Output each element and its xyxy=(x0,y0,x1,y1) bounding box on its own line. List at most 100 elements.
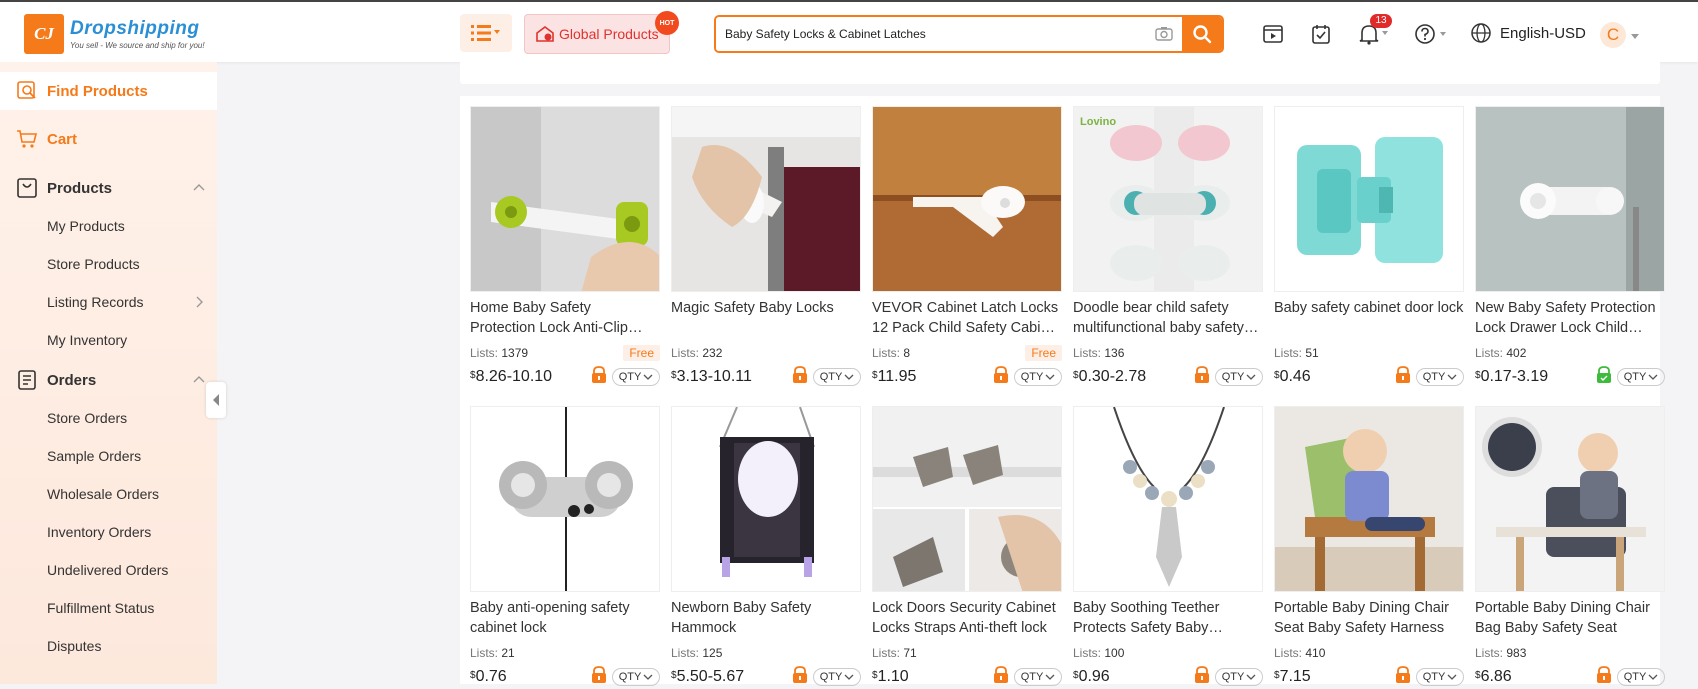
product-card[interactable]: Home Baby Safety Protection Lock Anti-Cl… xyxy=(470,106,660,387)
chevron-down-icon[interactable] xyxy=(1630,24,1640,48)
sidebar-item-find-products[interactable]: Find Products xyxy=(0,72,217,110)
product-image[interactable] xyxy=(1274,406,1464,592)
sidebar-item-fulfillment-status[interactable]: Fulfillment Status xyxy=(0,589,217,627)
orange-lock-icon[interactable] xyxy=(1394,665,1416,689)
sidebar-item-disputes[interactable]: Disputes xyxy=(0,627,217,665)
product-name[interactable]: Newborn Baby Safety Hammock xyxy=(671,598,861,638)
product-name[interactable]: Portable Baby Dining Chair Seat Baby Saf… xyxy=(1274,598,1464,638)
orange-lock-icon[interactable] xyxy=(1394,365,1416,389)
product-card[interactable]: Lovino Doodle bear child safety multifunc… xyxy=(1073,106,1263,387)
product-card[interactable]: Lock Doors Security Cabinet Locks Straps… xyxy=(872,406,1062,687)
product-card[interactable]: Baby anti-opening safety cabinet lock Lis… xyxy=(470,406,660,687)
orange-lock-icon[interactable] xyxy=(992,665,1014,689)
product-price: $1.10 xyxy=(872,668,909,685)
sidebar-item-my-products[interactable]: My Products xyxy=(0,207,217,245)
product-image[interactable] xyxy=(671,406,861,592)
sidebar-item-label: Store Orders xyxy=(47,410,128,426)
product-name[interactable]: Home Baby Safety Protection Lock Anti-Cl… xyxy=(470,298,660,338)
sidebar-item-store-orders[interactable]: Store Orders xyxy=(0,399,217,437)
product-card[interactable]: Portable Baby Dining Chair Seat Baby Saf… xyxy=(1274,406,1464,687)
qty-dropdown[interactable]: QTY xyxy=(1617,668,1665,686)
sidebar-item-my-inventory[interactable]: My Inventory xyxy=(0,321,217,359)
product-card[interactable]: Magic Safety Baby Locks Lists: 232 $3.13-1… xyxy=(671,106,861,387)
product-price: $0.30-2.78 xyxy=(1073,368,1147,385)
task-checklist-icon[interactable] xyxy=(1310,22,1332,46)
product-name[interactable]: Baby Soothing Teether Protects Safety Ba… xyxy=(1073,598,1263,638)
product-image[interactable] xyxy=(470,406,660,592)
search-icon xyxy=(1193,25,1212,44)
chevron-down-icon xyxy=(844,374,854,380)
product-image[interactable] xyxy=(872,406,1062,592)
product-card[interactable]: Baby Soothing Teether Protects Safety Ba… xyxy=(1073,406,1263,687)
product-image[interactable]: Lovino xyxy=(1073,106,1263,292)
product-name[interactable]: VEVOR Cabinet Latch Locks 12 Pack Child … xyxy=(872,298,1062,338)
product-card[interactable]: Newborn Baby Safety Hammock Lists: 125 $5.… xyxy=(671,406,861,687)
category-menu-button[interactable] xyxy=(460,14,512,52)
product-card[interactable]: VEVOR Cabinet Latch Locks 12 Pack Child … xyxy=(872,106,1062,387)
product-image[interactable] xyxy=(872,106,1062,292)
camera-search-icon[interactable] xyxy=(1146,17,1182,51)
orange-lock-icon[interactable] xyxy=(791,665,813,689)
product-image[interactable] xyxy=(671,106,861,292)
language-currency-selector[interactable]: English-USD xyxy=(1470,22,1586,44)
product-image[interactable] xyxy=(470,106,660,292)
product-image[interactable] xyxy=(1274,106,1464,292)
product-name[interactable]: Baby safety cabinet door lock xyxy=(1274,298,1464,338)
orange-lock-icon[interactable] xyxy=(992,365,1014,389)
notification-bell-icon[interactable]: 13 xyxy=(1358,14,1392,46)
product-name[interactable]: Baby anti-opening safety cabinet lock xyxy=(470,598,660,638)
notification-count-badge: 13 xyxy=(1370,14,1392,28)
search-input[interactable] xyxy=(716,17,1146,51)
orange-lock-icon[interactable] xyxy=(1193,665,1215,689)
qty-dropdown[interactable]: QTY xyxy=(1215,668,1263,686)
product-card[interactable]: Baby safety cabinet door lock Lists: 51 $0… xyxy=(1274,106,1464,387)
find-products-icon xyxy=(17,81,36,99)
lists-count: Lists: 1379 xyxy=(470,346,529,360)
qty-dropdown[interactable]: QTY xyxy=(813,668,861,686)
product-name[interactable]: Doodle bear child safety multifunctional… xyxy=(1073,298,1263,338)
sidebar-item-store-products[interactable]: Store Products xyxy=(0,245,217,283)
orange-lock-icon[interactable] xyxy=(1595,665,1617,689)
sidebar-item-label: Fulfillment Status xyxy=(47,600,155,616)
orange-lock-icon[interactable] xyxy=(791,365,813,389)
qty-dropdown[interactable]: QTY xyxy=(1617,368,1665,386)
sidebar-collapse-button[interactable] xyxy=(206,382,226,418)
qty-dropdown[interactable]: QTY xyxy=(612,668,660,686)
global-products-button[interactable]: Global Products HOT xyxy=(524,11,679,54)
qty-dropdown[interactable]: QTY xyxy=(813,368,861,386)
help-icon[interactable] xyxy=(1414,22,1450,46)
product-image[interactable] xyxy=(1475,406,1665,592)
sidebar-item-cart[interactable]: Cart xyxy=(0,120,217,158)
sidebar-item-label: Store Products xyxy=(47,256,140,272)
qty-dropdown[interactable]: QTY xyxy=(1416,668,1464,686)
sidebar-item-sample-orders[interactable]: Sample Orders xyxy=(0,437,217,475)
avatar[interactable]: C xyxy=(1600,22,1626,48)
product-image[interactable] xyxy=(1475,106,1665,292)
product-name[interactable]: New Baby Safety Protection Lock Drawer L… xyxy=(1475,298,1665,338)
sidebar-item-wholesale-orders[interactable]: Wholesale Orders xyxy=(0,475,217,513)
product-name[interactable]: Magic Safety Baby Locks xyxy=(671,298,861,338)
green-lock-icon[interactable] xyxy=(1595,365,1617,389)
qty-dropdown[interactable]: QTY xyxy=(1416,368,1464,386)
sidebar-item-listing-records[interactable]: Listing Records xyxy=(0,283,217,321)
search-button[interactable] xyxy=(1182,17,1222,51)
sidebar-item-inventory-orders[interactable]: Inventory Orders xyxy=(0,513,217,551)
qty-dropdown[interactable]: QTY xyxy=(612,368,660,386)
qty-dropdown[interactable]: QTY xyxy=(1014,668,1062,686)
orange-lock-icon[interactable] xyxy=(1193,365,1215,389)
sidebar-item-undelivered-orders[interactable]: Undelivered Orders xyxy=(0,551,217,589)
orange-lock-icon[interactable] xyxy=(590,665,612,689)
product-card[interactable]: New Baby Safety Protection Lock Drawer L… xyxy=(1475,106,1665,387)
product-card[interactable]: Portable Baby Dining Chair Bag Baby Safe… xyxy=(1475,406,1665,687)
orange-lock-icon[interactable] xyxy=(590,365,612,389)
qty-dropdown[interactable]: QTY xyxy=(1215,368,1263,386)
product-name[interactable]: Portable Baby Dining Chair Bag Baby Safe… xyxy=(1475,598,1665,638)
sidebar-item-products[interactable]: Products xyxy=(0,169,217,207)
sidebar-item-orders[interactable]: Orders xyxy=(0,361,217,399)
cj-logo[interactable]: CJ Dropshipping You sell - We source and… xyxy=(24,14,205,54)
qty-dropdown[interactable]: QTY xyxy=(1014,368,1062,386)
video-icon[interactable] xyxy=(1262,22,1284,46)
chevron-down-icon xyxy=(1447,374,1457,380)
product-image[interactable] xyxy=(1073,406,1263,592)
product-name[interactable]: Lock Doors Security Cabinet Locks Straps… xyxy=(872,598,1062,638)
